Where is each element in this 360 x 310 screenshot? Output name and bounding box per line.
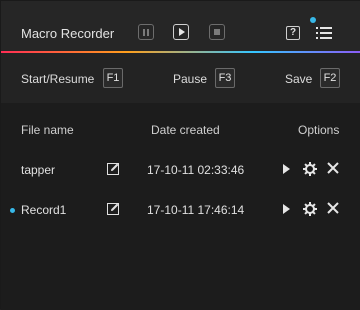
hotkey-label-save: Save xyxy=(285,72,313,86)
macro-table: File name Date created Options tapper 17… xyxy=(1,103,360,310)
play-macro-icon[interactable] xyxy=(283,164,290,174)
title-bar: Macro Recorder ? xyxy=(1,1,360,53)
pause-icon xyxy=(143,28,145,36)
macro-recorder-window: Macro Recorder ? Start/Resume F1 Pause F… xyxy=(0,0,360,310)
file-name: tapper xyxy=(21,163,56,177)
date-created: 17-10-11 17:46:14 xyxy=(147,203,245,217)
delete-icon[interactable] xyxy=(327,202,339,214)
gear-icon[interactable] xyxy=(303,162,317,176)
play-icon xyxy=(178,28,185,36)
column-header-options: Options xyxy=(298,123,340,137)
column-header-date-created: Date created xyxy=(151,123,220,137)
play-macro-icon[interactable] xyxy=(283,204,290,214)
play-button[interactable] xyxy=(173,24,189,40)
hotkey-key-save[interactable]: F2 xyxy=(320,68,340,88)
edit-icon[interactable] xyxy=(107,202,120,215)
stop-button[interactable] xyxy=(209,24,225,40)
edit-icon[interactable] xyxy=(107,162,120,175)
hotkey-label-start: Start/Resume xyxy=(21,72,95,86)
table-row[interactable]: tapper 17-10-11 02:33:46 xyxy=(1,151,360,191)
table-header: File name Date created Options xyxy=(1,103,360,151)
file-name: Record1 xyxy=(21,203,67,217)
hotkey-key-pause[interactable]: F3 xyxy=(215,68,235,88)
hotkey-key-start[interactable]: F1 xyxy=(103,68,123,88)
hotkey-bar: Start/Resume F1 Pause F3 Save F2 xyxy=(1,53,360,103)
notification-dot xyxy=(310,17,316,23)
pause-button[interactable] xyxy=(138,24,154,40)
stop-icon xyxy=(214,29,220,35)
app-title: Macro Recorder xyxy=(21,26,115,41)
active-indicator-dot xyxy=(10,208,15,213)
help-button[interactable]: ? xyxy=(286,26,300,40)
gear-icon[interactable] xyxy=(303,202,317,216)
date-created: 17-10-11 02:33:46 xyxy=(147,163,245,177)
hotkey-label-pause: Pause xyxy=(173,72,208,86)
table-row[interactable]: Record1 17-10-11 17:46:14 xyxy=(1,191,360,231)
column-header-file-name: File name xyxy=(21,123,74,137)
delete-icon[interactable] xyxy=(327,162,339,174)
list-menu-icon[interactable] xyxy=(316,27,332,39)
